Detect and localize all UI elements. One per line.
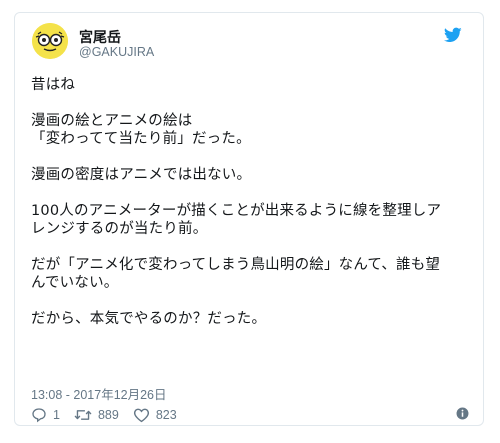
tweet-line: 昔はね	[31, 77, 76, 93]
tweet-actions: 1 889 823	[31, 405, 471, 425]
display-name[interactable]: 宮尾岳	[79, 27, 121, 47]
reply-icon	[32, 408, 46, 423]
retweet-icon	[74, 410, 92, 420]
like-button[interactable]: 823	[133, 407, 177, 423]
twitter-bird-icon[interactable]	[444, 27, 462, 43]
tweet-line: だから、本気でやるのか？だった。	[31, 311, 267, 327]
tweet-line: んでいない。	[31, 275, 119, 291]
info-icon[interactable]	[456, 407, 469, 420]
reply-button[interactable]: 1	[31, 407, 60, 423]
tweet-line: レンジするのが当たり前。	[31, 221, 208, 237]
like-count: 823	[155, 408, 177, 422]
reply-count: 1	[53, 408, 60, 422]
tweet-line: だが「アニメ化で変わってしまう鳥山明の絵」なんて、誰も望	[31, 257, 441, 273]
tweet-line: 漫画の絵とアニメの絵は	[31, 113, 193, 129]
tweet-line: 漫画の密度はアニメでは出ない。	[31, 167, 252, 183]
tweet-line: 「変わってて当たり前」だった。	[31, 131, 251, 147]
avatar-face-icon	[32, 23, 68, 59]
embedded-tweet-card: 宮尾岳 @GAKUJIRA 昔はね 漫画の絵とアニメの絵は 「変わってて当たり前…	[14, 12, 484, 426]
tweet-timestamp[interactable]: 13:08 - 2017年12月26日	[31, 384, 167, 403]
user-handle[interactable]: @GAKUJIRA	[79, 45, 154, 59]
tweet-text: 昔はね 漫画の絵とアニメの絵は 「変わってて当たり前」だった。 漫画の密度はアニ…	[31, 76, 471, 328]
tweet-line: 100人のアニメーターが描くことが出来るように線を整理しア	[31, 203, 442, 219]
avatar[interactable]	[32, 23, 68, 59]
heart-icon	[133, 408, 149, 423]
retweet-count: 889	[97, 408, 119, 422]
retweet-button[interactable]: 889	[74, 407, 119, 423]
